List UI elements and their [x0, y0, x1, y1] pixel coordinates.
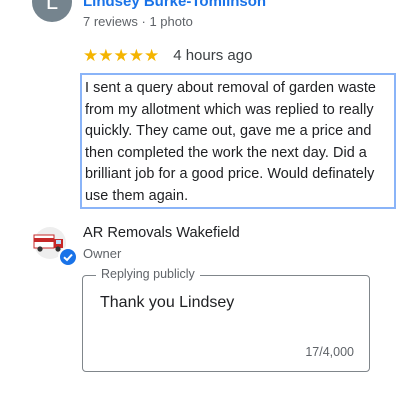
reply-field-label: Replying publicly	[96, 266, 200, 282]
review-timestamp: 4 hours ago	[173, 47, 253, 64]
verified-check-icon	[58, 247, 78, 267]
review-text: I sent a query about removal of garden w…	[85, 80, 376, 204]
reviewer-name[interactable]: Lindsey Burke-Tomlinson	[83, 0, 266, 10]
star-rating-icon: ★★★★★	[83, 46, 160, 65]
reply-input-value[interactable]: Thank you Lindsey	[100, 294, 234, 312]
review-reply-screen: L Lindsey Burke-Tomlinson 7 reviews · 1 …	[0, 0, 414, 414]
reviewer-meta: 7 reviews · 1 photo	[83, 14, 193, 29]
reviewer-avatar[interactable]: L	[32, 0, 72, 22]
review-text-selection[interactable]: I sent a query about removal of garden w…	[80, 73, 396, 209]
owner-role-label: Owner	[83, 246, 122, 261]
reviewer-avatar-letter: L	[45, 0, 59, 14]
character-counter: 17/4,000	[305, 345, 354, 359]
rating-row: ★★★★★ 4 hours ago	[83, 46, 252, 66]
business-name: AR Removals Wakefield	[83, 225, 240, 241]
